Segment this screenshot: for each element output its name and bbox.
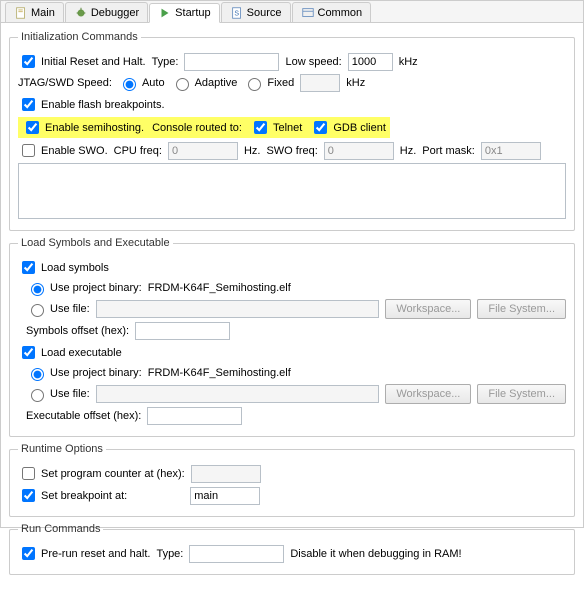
tab-startup[interactable]: Startup: [149, 3, 219, 23]
exec-offset-label: Executable offset (hex):: [26, 410, 141, 422]
tab-main[interactable]: Main: [5, 2, 64, 22]
tab-source-label: Source: [247, 7, 282, 19]
fixed-speed-input[interactable]: [300, 74, 340, 92]
symbols-workspace-button[interactable]: Workspace...: [385, 299, 471, 319]
exec-offset-input[interactable]: [147, 407, 242, 425]
load-legend: Load Symbols and Executable: [18, 237, 173, 249]
symbols-project-binary-radio[interactable]: Use project binary:: [26, 280, 142, 296]
exec-use-file-radio[interactable]: Use file:: [26, 386, 90, 402]
load-group: Load Symbols and Executable Load symbols…: [9, 237, 575, 437]
port-mask-input[interactable]: [481, 142, 541, 160]
runtime-legend: Runtime Options: [18, 443, 106, 455]
exec-binary-name: FRDM-K64F_Semihosting.elf: [148, 367, 291, 379]
tab-source[interactable]: S Source: [221, 2, 291, 22]
tab-bar: Main Debugger Startup S Source Common: [1, 1, 583, 23]
run-hint: Disable it when debugging in RAM!: [290, 548, 461, 560]
cpu-freq-label: CPU freq:: [114, 145, 162, 157]
run-legend: Run Commands: [18, 523, 103, 535]
type-input[interactable]: [184, 53, 279, 71]
run-type-label: Type:: [156, 548, 183, 560]
initialization-legend: Initialization Commands: [18, 31, 141, 43]
tab-debugger[interactable]: Debugger: [65, 2, 148, 22]
load-symbols-checkbox[interactable]: Load symbols: [18, 258, 109, 277]
jtag-speed-label: JTAG/SWD Speed:: [18, 77, 112, 89]
symbols-use-file-radio[interactable]: Use file:: [26, 301, 90, 317]
flash-bp-checkbox[interactable]: Enable flash breakpoints.: [18, 95, 165, 114]
telnet-checkbox[interactable]: Telnet: [250, 118, 302, 137]
load-exec-checkbox[interactable]: Load executable: [18, 343, 122, 362]
hz1-label: Hz.: [244, 145, 261, 157]
document-icon: [14, 6, 28, 20]
exec-project-binary-radio[interactable]: Use project binary:: [26, 365, 142, 381]
bp-input[interactable]: [190, 487, 260, 505]
set-pc-checkbox[interactable]: Set program counter at (hex):: [18, 464, 185, 483]
initialization-group: Initialization Commands Initial Reset an…: [9, 31, 575, 231]
symbols-file-input[interactable]: [96, 300, 380, 318]
type-label: Type:: [152, 56, 179, 68]
symbols-offset-label: Symbols offset (hex):: [26, 325, 129, 337]
pre-run-checkbox[interactable]: Pre-run reset and halt.: [18, 544, 150, 563]
exec-filesystem-button[interactable]: File System...: [477, 384, 566, 404]
low-speed-unit: kHz: [399, 56, 418, 68]
fixed-speed-unit: kHz: [346, 77, 365, 89]
run-group: Run Commands Pre-run reset and halt. Typ…: [9, 523, 575, 575]
speed-fixed-radio[interactable]: Fixed: [243, 75, 294, 91]
initial-reset-checkbox[interactable]: Initial Reset and Halt.: [18, 52, 146, 71]
tab-startup-label: Startup: [175, 7, 210, 19]
speed-adaptive-radio[interactable]: Adaptive: [171, 75, 238, 91]
run-icon: [158, 6, 172, 20]
svg-text:S: S: [234, 10, 239, 17]
exec-workspace-button[interactable]: Workspace...: [385, 384, 471, 404]
runtime-group: Runtime Options Set program counter at (…: [9, 443, 575, 517]
tab-main-label: Main: [31, 7, 55, 19]
tab-common[interactable]: Common: [292, 2, 372, 22]
gdb-client-checkbox[interactable]: GDB client: [310, 118, 386, 137]
swo-freq-label: SWO freq:: [266, 145, 317, 157]
enable-swo-checkbox[interactable]: Enable SWO.: [18, 141, 108, 160]
content-area: Initialization Commands Initial Reset an…: [1, 23, 583, 589]
semihosting-highlight: Enable semihosting. Console routed to: T…: [18, 117, 390, 138]
speed-auto-radio[interactable]: Auto: [118, 75, 165, 91]
bug-icon: [74, 6, 88, 20]
console-routed-label: Console routed to:: [152, 122, 242, 134]
init-commands-textarea[interactable]: [18, 163, 566, 219]
set-bp-checkbox[interactable]: Set breakpoint at:: [18, 486, 127, 505]
hz2-label: Hz.: [400, 145, 417, 157]
swo-freq-input[interactable]: [324, 142, 394, 160]
source-icon: S: [230, 6, 244, 20]
low-speed-label: Low speed:: [285, 56, 341, 68]
cpu-freq-input[interactable]: [168, 142, 238, 160]
tab-debugger-label: Debugger: [91, 7, 139, 19]
symbols-binary-name: FRDM-K64F_Semihosting.elf: [148, 282, 291, 294]
port-mask-label: Port mask:: [422, 145, 475, 157]
low-speed-input[interactable]: [348, 53, 393, 71]
symbols-offset-input[interactable]: [135, 322, 230, 340]
pc-input[interactable]: [191, 465, 261, 483]
run-type-input[interactable]: [189, 545, 284, 563]
tab-common-label: Common: [318, 7, 363, 19]
common-icon: [301, 6, 315, 20]
semihosting-checkbox[interactable]: Enable semihosting.: [22, 118, 144, 137]
symbols-filesystem-button[interactable]: File System...: [477, 299, 566, 319]
exec-file-input[interactable]: [96, 385, 380, 403]
